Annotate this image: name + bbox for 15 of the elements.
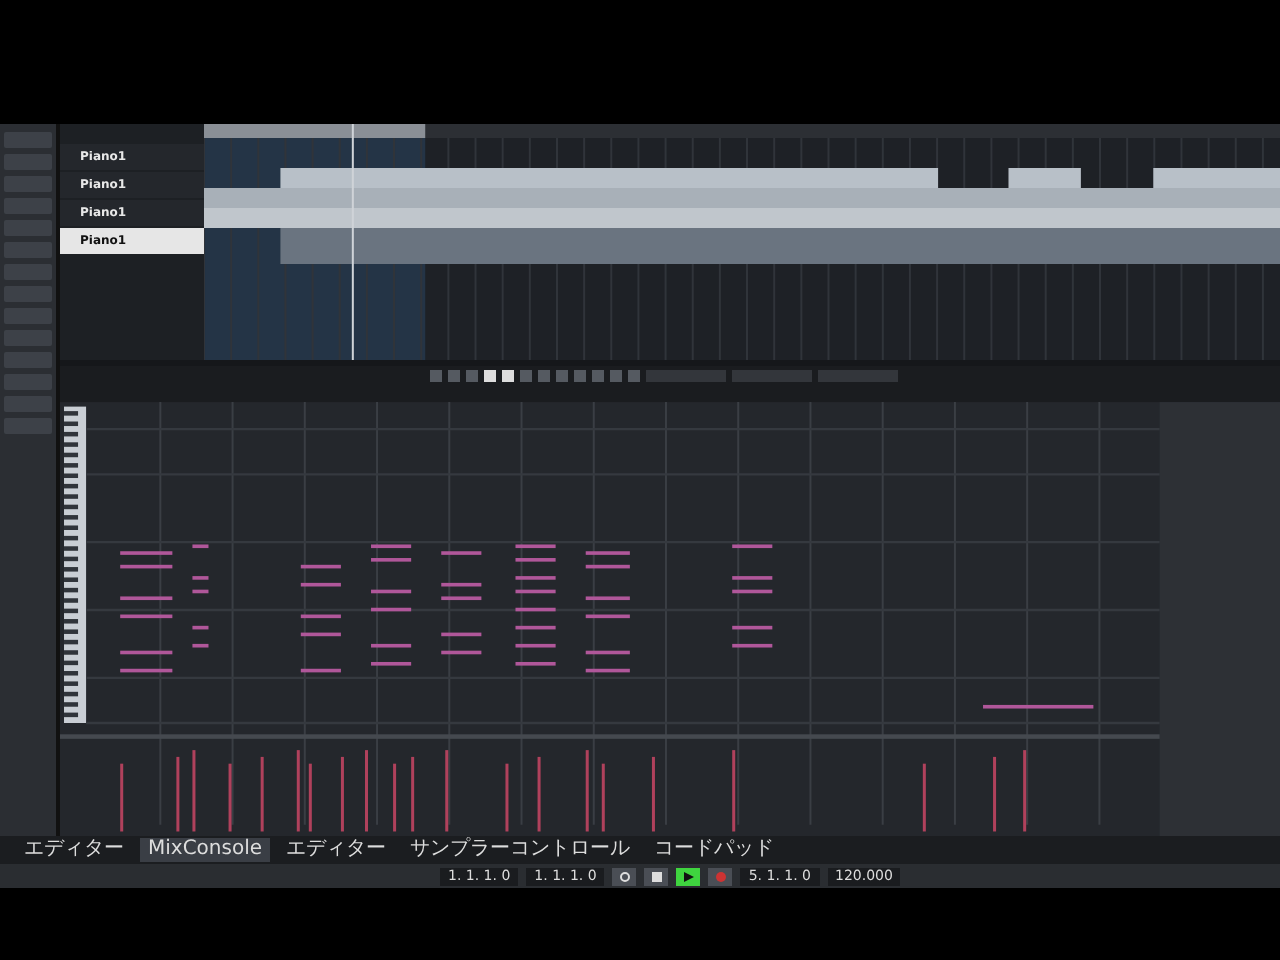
zone-tab[interactable]: コードパッド	[646, 838, 783, 862]
toolbar-dropdown[interactable]	[646, 369, 726, 381]
transport-button[interactable]	[676, 867, 701, 885]
toolbar-dropdown[interactable]	[732, 369, 812, 381]
play-icon	[683, 871, 694, 881]
zone-tab[interactable]: エディター	[16, 838, 132, 862]
cycle-icon	[619, 871, 630, 881]
zone-tab[interactable]: サンプラーコントロール	[402, 838, 639, 862]
transport-button[interactable]	[612, 867, 637, 885]
toolbar-dropdown[interactable]	[818, 369, 898, 381]
zone-tab[interactable]: MixConsole	[140, 838, 271, 862]
stop-icon	[651, 871, 662, 881]
record-icon	[715, 871, 726, 881]
zone-tab[interactable]: エディター	[278, 838, 395, 862]
transport-button[interactable]	[644, 867, 669, 885]
